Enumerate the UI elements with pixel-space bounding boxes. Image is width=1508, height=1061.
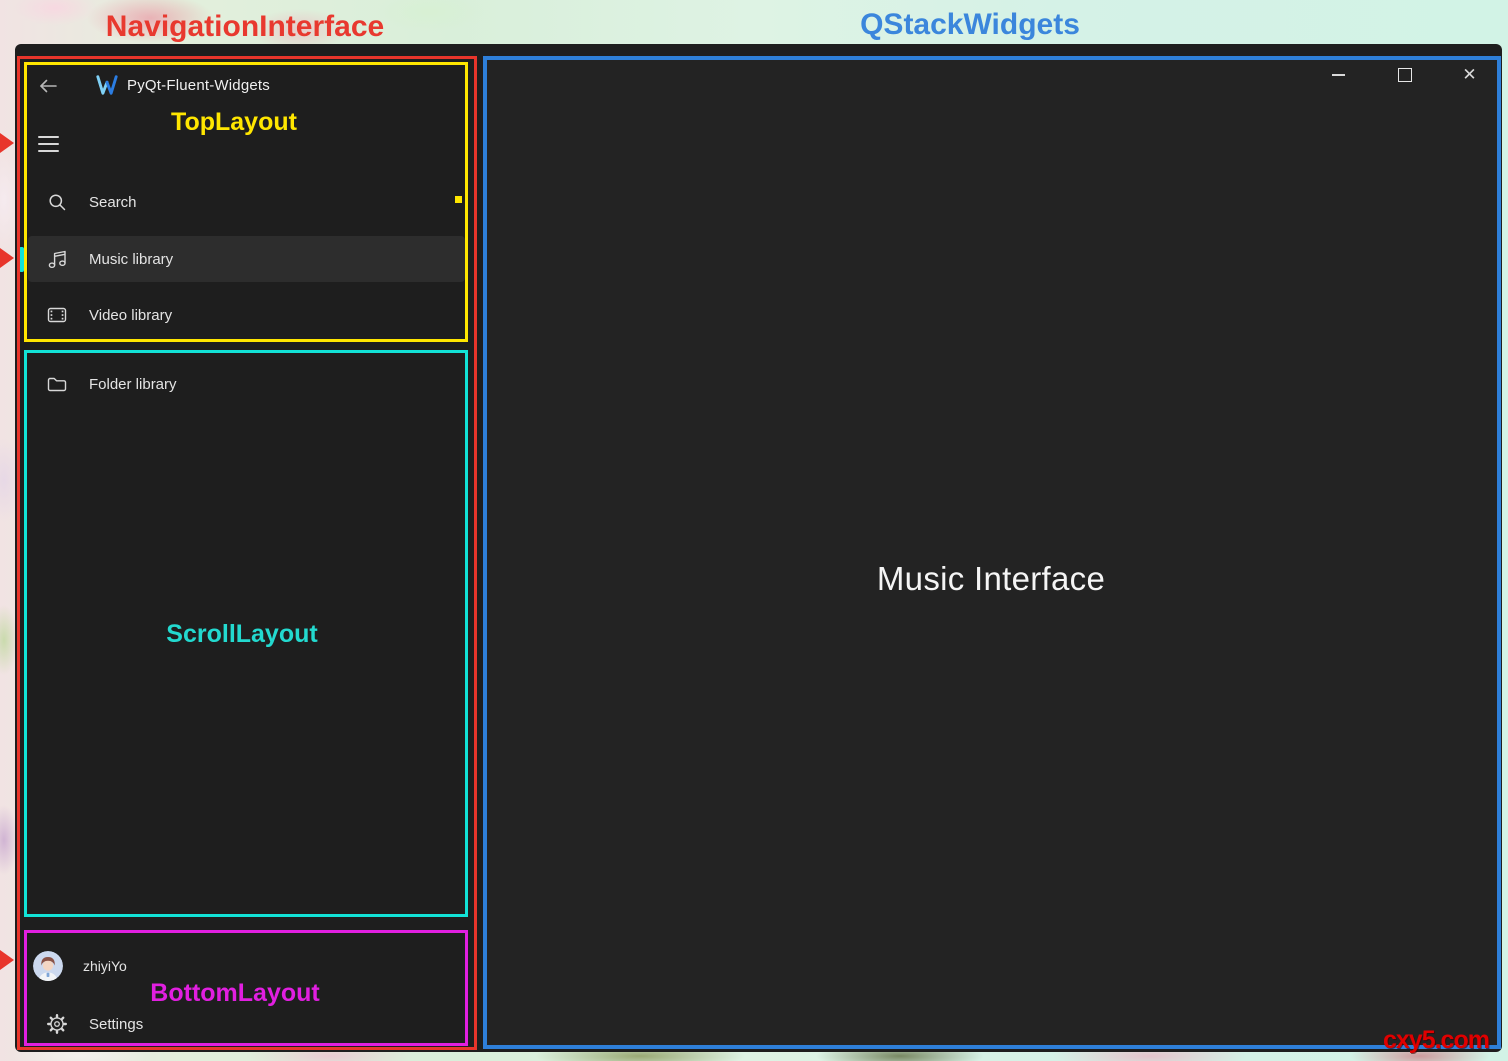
minimize-button[interactable] [1316,58,1361,92]
red-arrow-annotation [0,950,14,970]
app-title: PyQt-Fluent-Widgets [127,77,271,94]
folder-icon [45,372,69,396]
film-icon [45,303,69,327]
red-arrow-annotation [0,133,14,153]
sidebar-item-label: Settings [89,1015,144,1033]
qstack-widgets-label: QStackWidgets [860,8,1080,41]
bottom-layout-label: BottomLayout [150,979,320,1007]
back-arrow-icon [40,79,57,93]
scroll-layout-label: ScrollLayout [166,620,318,648]
sidebar-item-video-library[interactable]: Video library [28,292,465,338]
avatar[interactable] [33,951,63,981]
back-button[interactable] [34,72,62,100]
navigation-interface-label: NavigationInterface [105,10,385,43]
sidebar-item-label: Video library [89,306,173,324]
menu-button[interactable] [30,127,66,161]
sidebar-item-settings[interactable]: Settings [28,1004,465,1044]
top-layout-label: TopLayout [171,108,297,136]
screenshot-stage: Music Interface ✕ PyQt-Fluent-Widgets Se… [0,0,1508,1061]
selected-item-indicator [19,247,24,272]
annotation-handle-dot [455,196,462,203]
user-name: zhiyiYo [83,958,127,974]
hamburger-icon [37,136,59,152]
sidebar-item-folder-library[interactable]: Folder library [28,361,465,407]
maximize-icon [1397,68,1412,82]
close-button[interactable]: ✕ [1447,58,1492,92]
watermark: cxy5.com [1383,1026,1490,1054]
red-arrow-annotation [0,248,14,268]
maximize-button[interactable] [1382,58,1427,92]
sidebar-item-music-library[interactable]: Music library [28,236,465,282]
sidebar-item-label: Folder library [89,375,177,393]
page-title: Music Interface [876,560,1106,597]
sidebar-item-search[interactable]: Search [28,179,465,225]
sidebar-item-label: Music library [89,250,174,268]
app-logo-icon [96,74,118,96]
minimize-icon [1332,74,1345,76]
search-icon [45,190,69,214]
close-icon: ✕ [1462,65,1477,84]
sidebar-item-label: Search [89,193,137,211]
gear-icon [45,1012,69,1036]
music-note-icon [45,247,69,271]
